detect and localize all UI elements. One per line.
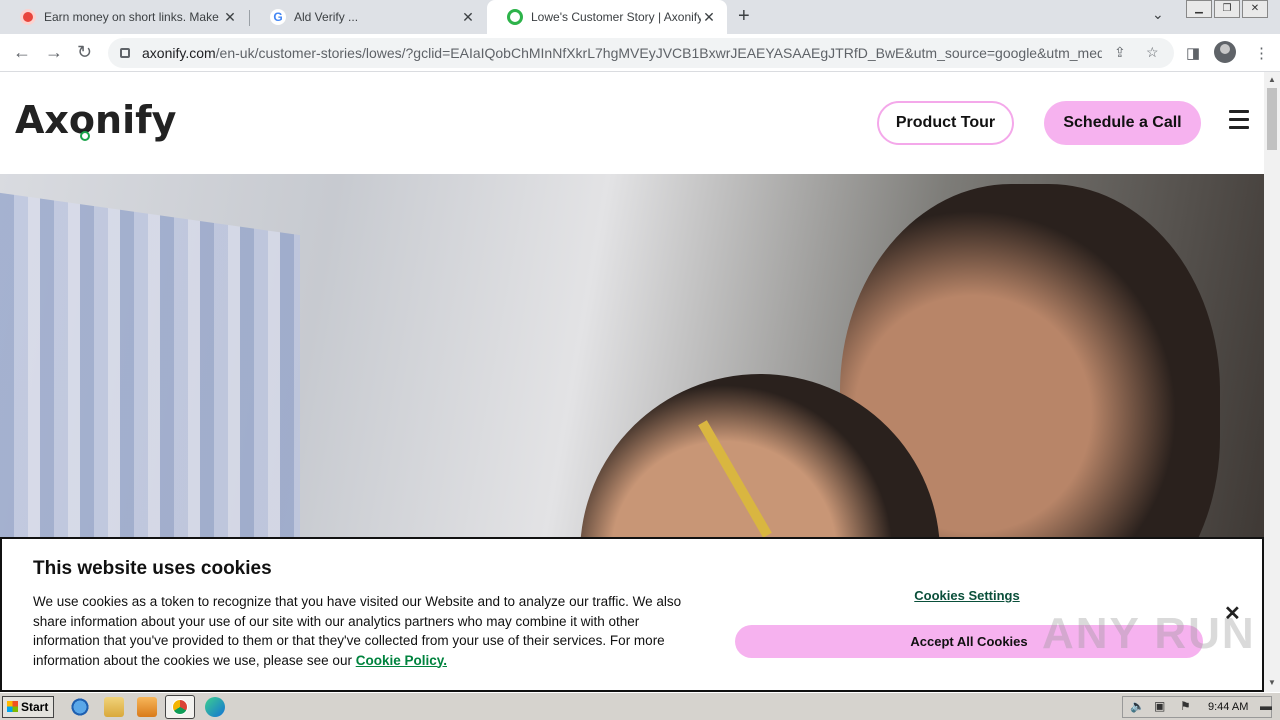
windows-taskbar: Start 🔈 ▣ ⚑ 9:44 AM ▬ xyxy=(0,692,1280,720)
axonify-icon xyxy=(507,9,523,25)
scroll-up-icon[interactable]: ▲ xyxy=(1268,75,1276,84)
media-player-icon[interactable] xyxy=(137,697,157,717)
close-icon[interactable]: ✕ xyxy=(1224,601,1241,626)
cookie-banner-title: This website uses cookies xyxy=(33,558,272,579)
show-desktop-icon[interactable]: ▬ xyxy=(1260,699,1272,713)
page-scrollbar[interactable]: ▲ ▼ xyxy=(1264,72,1280,692)
cookie-policy-link[interactable]: Cookie Policy. xyxy=(356,653,447,668)
lock-icon xyxy=(120,48,130,58)
hamburger-menu-icon[interactable] xyxy=(1229,110,1249,134)
url-text[interactable]: axonify.com/en-uk/customer-stories/lowes… xyxy=(142,45,1102,61)
browser-tab-strip: Earn money on short links. Make sho ✕ G … xyxy=(0,0,1280,34)
url-host: axonify.com xyxy=(142,45,216,61)
edge-icon[interactable] xyxy=(205,697,225,717)
back-icon[interactable]: ← xyxy=(13,42,31,63)
minimize-icon[interactable]: ▁ xyxy=(1186,0,1212,18)
chrome-logo xyxy=(172,699,188,715)
scroll-thumb[interactable] xyxy=(1267,88,1277,150)
cookies-settings-link[interactable]: Cookies Settings xyxy=(882,588,1052,603)
axonify-logo[interactable]: Axonify xyxy=(15,98,176,142)
logo-pin-icon xyxy=(80,131,90,141)
page-viewport: Axonify Product Tour Schedule a Call Thi… xyxy=(0,72,1264,692)
tab-ald-verify[interactable]: G Ald Verify ... ✕ xyxy=(250,0,486,34)
cookie-banner: This website uses cookies We use cookies… xyxy=(0,537,1264,692)
scroll-down-icon[interactable]: ▼ xyxy=(1268,678,1276,687)
browser-toolbar: ← → ↻ axonify.com/en-uk/customer-stories… xyxy=(0,34,1280,72)
schedule-call-button[interactable]: Schedule a Call xyxy=(1044,101,1201,145)
close-tab-icon[interactable]: ✕ xyxy=(701,9,717,26)
profile-avatar-icon[interactable] xyxy=(1214,41,1236,63)
clock: 9:44 AM xyxy=(1208,701,1249,713)
volume-icon[interactable]: 🔈 xyxy=(1130,699,1145,713)
network-icon[interactable]: ▣ xyxy=(1154,699,1165,713)
new-tab-button[interactable]: + xyxy=(738,5,750,28)
flag-icon[interactable]: ⚑ xyxy=(1180,699,1191,713)
restore-icon[interactable]: ❐ xyxy=(1214,0,1240,18)
menu-dots-icon[interactable]: ⋮ xyxy=(1254,44,1269,62)
bookmark-star-icon[interactable]: ☆ xyxy=(1146,44,1159,61)
url-path: /en-uk/customer-stories/lowes/?gclid=EAI… xyxy=(215,45,1102,61)
chrome-icon[interactable] xyxy=(165,695,195,719)
close-tab-icon[interactable]: ✕ xyxy=(222,9,238,26)
window-controls: ▁ ❐ ✕ xyxy=(1184,0,1268,20)
close-tab-icon[interactable]: ✕ xyxy=(460,9,476,26)
red-circle-icon xyxy=(20,9,36,25)
tab-title: Earn money on short links. Make sho xyxy=(44,10,222,24)
tab-title: Ald Verify ... xyxy=(294,10,359,24)
tab-title: Lowe's Customer Story | Axonify xyxy=(531,10,701,24)
share-icon[interactable]: ⇪ xyxy=(1114,44,1126,61)
tab-search-icon[interactable]: ⌄ xyxy=(1152,6,1164,23)
forward-icon[interactable]: → xyxy=(45,42,63,63)
google-icon: G xyxy=(270,9,286,25)
close-window-icon[interactable]: ✕ xyxy=(1242,0,1268,18)
reload-icon[interactable]: ↻ xyxy=(77,42,92,63)
side-panel-icon[interactable]: ◨ xyxy=(1186,44,1200,62)
product-tour-button[interactable]: Product Tour xyxy=(877,101,1014,145)
start-button[interactable]: Start xyxy=(2,696,54,718)
tab-axonify[interactable]: Lowe's Customer Story | Axonify ✕ xyxy=(487,0,727,34)
address-bar[interactable]: axonify.com/en-uk/customer-stories/lowes… xyxy=(108,38,1174,68)
tab-earn-money[interactable]: Earn money on short links. Make sho ✕ xyxy=(0,0,248,34)
folder-icon[interactable] xyxy=(104,697,124,717)
site-header: Axonify Product Tour Schedule a Call xyxy=(0,72,1264,174)
cookie-banner-text: We use cookies as a token to recognize t… xyxy=(33,592,693,670)
internet-explorer-icon[interactable] xyxy=(70,697,90,717)
